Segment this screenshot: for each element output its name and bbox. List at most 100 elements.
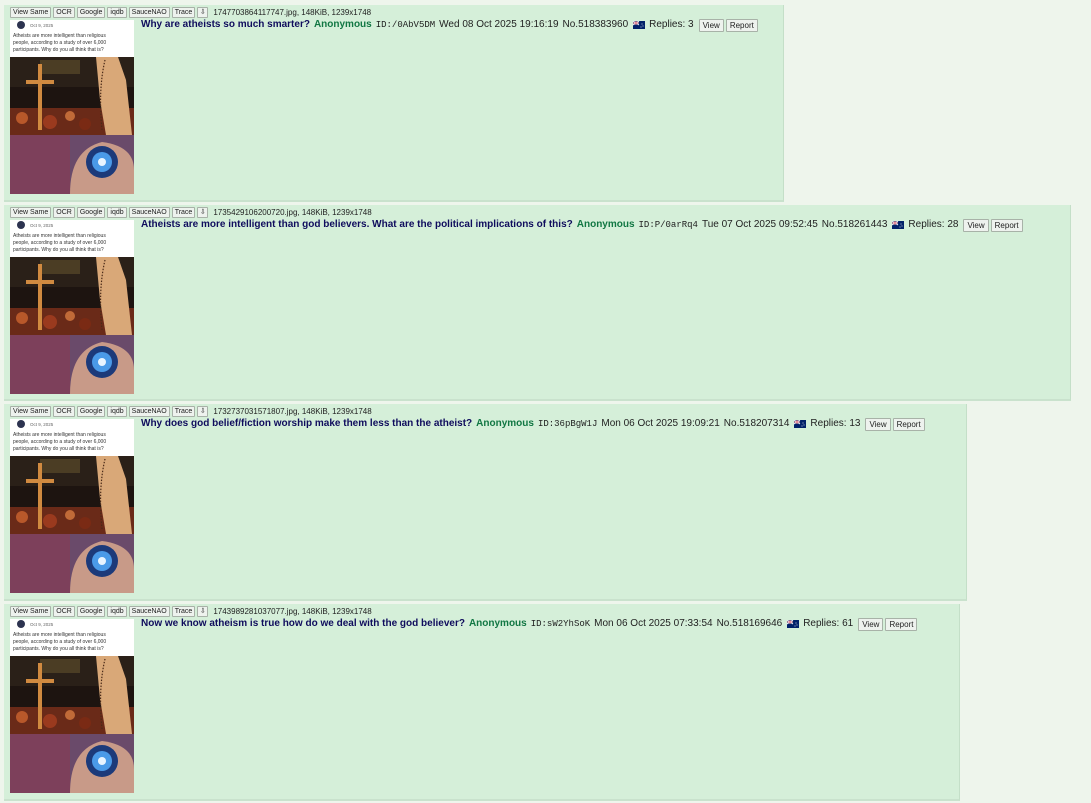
caption-line: people, according to a study of over 6,0… bbox=[13, 240, 106, 246]
view-same-button[interactable]: View Same bbox=[10, 606, 52, 617]
country-flag-icon bbox=[892, 221, 905, 229]
reply-count: Replies: 13 bbox=[810, 418, 861, 429]
report-button[interactable]: Report bbox=[892, 417, 925, 431]
report-button[interactable]: Report bbox=[725, 18, 758, 32]
thread-header: Why does god belief/fiction worship make… bbox=[141, 417, 925, 431]
iqdb-button[interactable]: iqdb bbox=[107, 606, 127, 617]
poster-id[interactable]: ID:P/0arRq4 bbox=[639, 218, 698, 232]
view-same-button[interactable]: View Same bbox=[10, 7, 52, 18]
google-button[interactable]: Google bbox=[76, 606, 106, 617]
caption-line: participants. Why do you all think that … bbox=[13, 47, 104, 53]
post-number[interactable]: No.518207314 bbox=[724, 417, 790, 431]
thread-header: Atheists are more intelligent than god b… bbox=[141, 218, 1023, 232]
caption-handle: Oct 9, 2025 bbox=[30, 422, 54, 427]
file-info[interactable]: 1732737031571807.jpg, 148KiB, 1239x1748 bbox=[213, 406, 371, 417]
country-flag-icon bbox=[633, 21, 646, 29]
download-icon[interactable]: ⇩ bbox=[197, 406, 209, 417]
post-number[interactable]: No.518383960 bbox=[563, 18, 629, 32]
caption-handle: Oct 9, 2025 bbox=[30, 23, 54, 28]
reply-count: Replies: 28 bbox=[908, 219, 959, 230]
iqdb-button[interactable]: iqdb bbox=[107, 207, 127, 218]
thread-subject: Why does god belief/fiction worship make… bbox=[141, 418, 473, 429]
caption-line: Atheists are more intelligent than relig… bbox=[13, 33, 106, 39]
report-button[interactable]: Report bbox=[885, 617, 918, 631]
caption-line: people, according to a study of over 6,0… bbox=[13, 639, 106, 645]
thread-post: View Same OCR Google iqdb SauceNAO Trace… bbox=[4, 604, 960, 801]
ocr-button[interactable]: OCR bbox=[53, 406, 75, 417]
report-button[interactable]: Report bbox=[990, 218, 1023, 232]
iqdb-button[interactable]: iqdb bbox=[107, 7, 127, 18]
google-button[interactable]: Google bbox=[76, 7, 106, 18]
file-toolbar: View Same OCR Google iqdb SauceNAO Trace… bbox=[10, 606, 372, 617]
post-number[interactable]: No.518169646 bbox=[717, 617, 783, 631]
poster-name: Anonymous bbox=[313, 19, 372, 30]
thread-post: View Same OCR Google iqdb SauceNAO Trace… bbox=[4, 5, 784, 202]
post-date: Wed 08 Oct 2025 19:16:19 bbox=[439, 19, 559, 30]
download-icon[interactable]: ⇩ bbox=[197, 207, 209, 218]
trace-button[interactable]: Trace bbox=[171, 207, 196, 218]
caption-line: Atheists are more intelligent than relig… bbox=[13, 632, 106, 638]
view-thread-button[interactable]: View bbox=[963, 218, 989, 232]
post-date: Mon 06 Oct 2025 07:33:54 bbox=[594, 618, 713, 629]
caption-line: people, according to a study of over 6,0… bbox=[13, 40, 106, 46]
file-info[interactable]: 1743989281037077.jpg, 148KiB, 1239x1748 bbox=[213, 606, 371, 617]
caption-line: Atheists are more intelligent than relig… bbox=[13, 432, 106, 438]
ocr-button[interactable]: OCR bbox=[53, 207, 75, 218]
thread-header: Now we know atheism is true how do we de… bbox=[141, 617, 918, 631]
caption-line: participants. Why do you all think that … bbox=[13, 247, 104, 253]
thread-subject: Why are atheists so much smarter? bbox=[141, 19, 310, 30]
trace-button[interactable]: Trace bbox=[171, 7, 196, 18]
caption-line: participants. Why do you all think that … bbox=[13, 646, 104, 652]
poster-name: Anonymous bbox=[476, 418, 534, 429]
file-toolbar: View Same OCR Google iqdb SauceNAO Trace… bbox=[10, 207, 372, 218]
trace-button[interactable]: Trace bbox=[171, 606, 196, 617]
caption-line: Atheists are more intelligent than relig… bbox=[13, 233, 106, 239]
reply-count: Replies: 3 bbox=[649, 19, 694, 30]
download-icon[interactable]: ⇩ bbox=[197, 606, 209, 617]
poster-id[interactable]: ID:sW2YhSoK bbox=[531, 617, 590, 631]
ocr-button[interactable]: OCR bbox=[53, 606, 75, 617]
saucenao-button[interactable]: SauceNAO bbox=[128, 207, 170, 218]
view-thread-button[interactable]: View bbox=[698, 18, 724, 32]
thread-post: View Same OCR Google iqdb SauceNAO Trace… bbox=[4, 205, 1071, 401]
thread-thumbnail[interactable]: Oct 9, 2025 Atheists are more intelligen… bbox=[10, 20, 134, 194]
caption-line: people, according to a study of over 6,0… bbox=[13, 439, 106, 445]
view-same-button[interactable]: View Same bbox=[10, 406, 52, 417]
post-date: Tue 07 Oct 2025 09:52:45 bbox=[701, 219, 818, 230]
view-thread-button[interactable]: View bbox=[858, 617, 884, 631]
file-info[interactable]: 1735429106200720.jpg, 148KiB, 1239x1748 bbox=[213, 207, 371, 218]
saucenao-button[interactable]: SauceNAO bbox=[128, 406, 170, 417]
google-button[interactable]: Google bbox=[76, 406, 106, 417]
iqdb-button[interactable]: iqdb bbox=[107, 406, 127, 417]
thread-subject: Now we know atheism is true how do we de… bbox=[141, 618, 465, 629]
reply-count: Replies: 61 bbox=[803, 618, 854, 629]
google-button[interactable]: Google bbox=[76, 207, 106, 218]
caption-handle: Oct 9, 2025 bbox=[30, 622, 54, 627]
poster-name: Anonymous bbox=[468, 618, 527, 629]
thread-header: Why are atheists so much smarter? Anonym… bbox=[141, 18, 758, 32]
thread-subject: Atheists are more intelligent than god b… bbox=[141, 219, 573, 230]
poster-id[interactable]: ID:/0AbV5DM bbox=[376, 18, 435, 32]
caption-line: participants. Why do you all think that … bbox=[13, 446, 104, 452]
download-icon[interactable]: ⇩ bbox=[197, 7, 209, 18]
file-toolbar: View Same OCR Google iqdb SauceNAO Trace… bbox=[10, 7, 371, 18]
saucenao-button[interactable]: SauceNAO bbox=[128, 7, 170, 18]
view-thread-button[interactable]: View bbox=[865, 417, 891, 431]
poster-id[interactable]: ID:36pBgW1J bbox=[538, 417, 597, 431]
poster-name: Anonymous bbox=[576, 219, 635, 230]
trace-button[interactable]: Trace bbox=[171, 406, 196, 417]
country-flag-icon bbox=[787, 620, 800, 628]
country-flag-icon bbox=[794, 420, 807, 428]
thread-post: View Same OCR Google iqdb SauceNAO Trace… bbox=[4, 404, 967, 601]
caption-handle: Oct 9, 2025 bbox=[30, 223, 54, 228]
saucenao-button[interactable]: SauceNAO bbox=[128, 606, 170, 617]
file-info[interactable]: 1747703864117747.jpg, 148KiB, 1239x1748 bbox=[213, 7, 371, 18]
file-toolbar: View Same OCR Google iqdb SauceNAO Trace… bbox=[10, 406, 372, 417]
view-same-button[interactable]: View Same bbox=[10, 207, 52, 218]
post-number[interactable]: No.518261443 bbox=[822, 218, 888, 232]
ocr-button[interactable]: OCR bbox=[53, 7, 75, 18]
thread-thumbnail[interactable]: Oct 9, 2025 Atheists are more intelligen… bbox=[10, 619, 134, 793]
thread-thumbnail[interactable]: Oct 9, 2025 Atheists are more intelligen… bbox=[10, 220, 134, 394]
post-date: Mon 06 Oct 2025 19:09:21 bbox=[601, 418, 720, 429]
thread-thumbnail[interactable]: Oct 9, 2025 Atheists are more intelligen… bbox=[10, 419, 134, 593]
